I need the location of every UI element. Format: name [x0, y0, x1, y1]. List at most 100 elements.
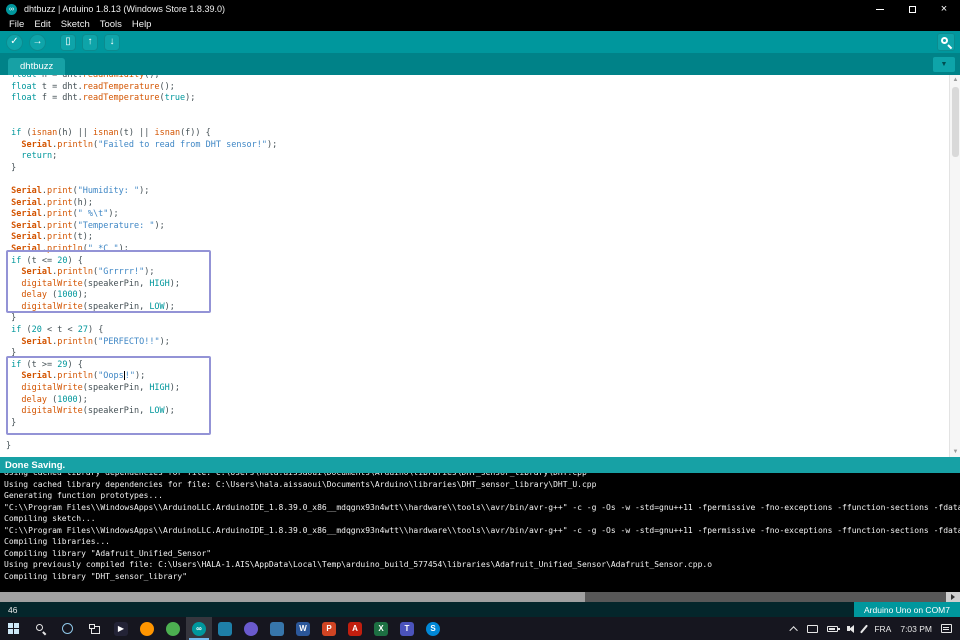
code-line: Serial.print(" %\t");: [11, 209, 119, 220]
code-line: Serial.println(" *C ");: [11, 243, 129, 254]
serial-monitor-button[interactable]: [937, 33, 955, 51]
media-player-icon: ▶: [114, 621, 128, 636]
console-horizontal-scrollbar[interactable]: [0, 592, 960, 602]
teams-icon: T: [400, 621, 414, 636]
volume-icon[interactable]: [847, 624, 855, 633]
code-line: digitalWrite(speakerPin, LOW);: [21, 406, 175, 417]
editor-scrollbar[interactable]: ▲ ▼: [949, 75, 960, 457]
code-area: float h = dht.readHumidity(); float t = …: [0, 75, 960, 453]
arduino-icon: ∞: [192, 621, 206, 636]
taskbar-app-skype[interactable]: S: [420, 617, 446, 640]
save-button[interactable]: ↓: [104, 33, 120, 51]
taskbar-search-button[interactable]: [27, 617, 54, 640]
system-tray: FRA 7:03 PM: [789, 617, 960, 640]
code-line: if (isnan(h) || isnan(t) || isnan(f)) {: [11, 127, 211, 138]
python-icon: [270, 621, 284, 636]
code-line: }: [6, 313, 17, 324]
magnifier-handle-icon: [947, 44, 953, 50]
taskbar-app-acrobat[interactable]: A: [342, 617, 368, 640]
scroll-down-icon[interactable]: ▼: [950, 447, 960, 457]
upload-button[interactable]: →: [29, 33, 46, 51]
new-sketch-button[interactable]: ▯: [60, 33, 76, 51]
console-scroll-right-button[interactable]: [946, 592, 960, 602]
display-icon[interactable]: [807, 624, 819, 633]
ide-footer: 46 Arduino Uno on COM7: [0, 602, 960, 617]
taskbar-app-media-player[interactable]: ▶: [108, 617, 134, 640]
title-bar: ∞ dhtbuzz | Arduino 1.8.13 (Windows Stor…: [0, 0, 960, 18]
close-icon: ×: [940, 2, 948, 15]
firefox-icon: [140, 621, 154, 636]
code-line: if (20 < t < 27) {: [11, 325, 104, 336]
magnifier-icon: [941, 37, 948, 44]
code-line: Serial.println("Grrrrr!");: [21, 267, 155, 278]
status-message: Done Saving.: [5, 459, 66, 471]
clock[interactable]: 7:03 PM: [900, 624, 932, 634]
chevron-down-icon: ▼: [940, 61, 948, 68]
taskbar-app-python[interactable]: [264, 617, 290, 640]
menu-file[interactable]: File: [4, 19, 29, 30]
excel-icon: X: [374, 621, 388, 636]
code-line: if (t >= 29) {: [11, 359, 83, 370]
taskbar-app-powerpoint[interactable]: P: [316, 617, 342, 640]
taskbar-app-ide[interactable]: [212, 617, 238, 640]
code-line: float t = dht.readTemperature();: [11, 81, 175, 92]
code-line: return;: [21, 151, 58, 162]
cursor-line-number: 46: [8, 604, 18, 615]
taskbar-app-discord[interactable]: [238, 617, 264, 640]
tray-chevron-up-icon[interactable]: [789, 625, 799, 635]
code-line: float h = dht.readHumidity();: [11, 75, 160, 80]
code-line: Serial.println("Failed to read from DHT …: [21, 139, 278, 150]
maximize-button[interactable]: [896, 0, 928, 18]
minimize-icon: [876, 8, 884, 10]
word-icon: W: [296, 621, 310, 636]
skype-icon: S: [426, 621, 440, 636]
console-scrollbar-thumb[interactable]: [0, 592, 585, 602]
taskbar-app-chrome[interactable]: [160, 617, 186, 640]
code-line: digitalWrite(speakerPin, HIGH);: [21, 383, 181, 394]
taskbar-app-arduino[interactable]: ∞: [186, 617, 212, 640]
menu-tools[interactable]: Tools: [95, 19, 127, 30]
cortana-button[interactable]: [54, 617, 81, 640]
close-button[interactable]: ×: [928, 0, 960, 18]
console-line: Compiling libraries...: [4, 537, 110, 546]
task-view-button[interactable]: [81, 617, 108, 640]
console-line: Using previously compiled file: C:\Users…: [4, 560, 713, 569]
verify-button[interactable]: ✓: [6, 33, 23, 51]
pen-icon[interactable]: [860, 624, 869, 633]
scroll-up-icon[interactable]: ▲: [950, 75, 960, 85]
code-line: Serial.println("PERFECTO!!");: [21, 336, 170, 347]
open-icon: ↑: [87, 36, 93, 47]
menu-bar: File Edit Sketch Tools Help: [0, 18, 960, 31]
board-status: Arduino Uno on COM7: [854, 602, 960, 617]
code-editor[interactable]: float h = dht.readHumidity(); float t = …: [0, 75, 960, 457]
taskbar-app-firefox[interactable]: [134, 617, 160, 640]
maximize-icon: [908, 5, 916, 13]
code-line: }: [6, 417, 17, 428]
code-line: float f = dht.readTemperature(true);: [11, 93, 196, 104]
powerpoint-icon: P: [322, 621, 336, 636]
menu-help[interactable]: Help: [127, 19, 157, 30]
tab-dhtbuzz[interactable]: dhtbuzz: [8, 58, 66, 75]
battery-icon[interactable]: [827, 625, 841, 632]
language-indicator[interactable]: FRA: [874, 624, 891, 634]
open-button[interactable]: ↑: [82, 33, 98, 51]
menu-edit[interactable]: Edit: [29, 19, 55, 30]
taskbar-app-excel[interactable]: X: [368, 617, 394, 640]
taskbar-app-word[interactable]: W: [290, 617, 316, 640]
upload-icon: →: [32, 36, 43, 47]
toolbar-buttons: ✓ → ▯ ↑ ↓: [0, 33, 120, 51]
menu-sketch[interactable]: Sketch: [56, 19, 95, 30]
minimize-button[interactable]: [864, 0, 896, 18]
tab-menu-button[interactable]: ▼: [933, 57, 955, 72]
editor-scrollbar-thumb[interactable]: [952, 87, 959, 157]
taskbar-app-teams[interactable]: T: [394, 617, 420, 640]
new-sketch-icon: ▯: [65, 36, 71, 47]
code-line: Serial.println("Oops!");: [21, 371, 146, 382]
start-button[interactable]: [0, 617, 27, 640]
search-icon: [35, 623, 47, 635]
action-center-icon[interactable]: [941, 624, 952, 633]
code-line: Serial.print("Humidity: ");: [11, 185, 150, 196]
console-line: Compiling library "Adafruit_Unified_Sens…: [4, 548, 212, 558]
